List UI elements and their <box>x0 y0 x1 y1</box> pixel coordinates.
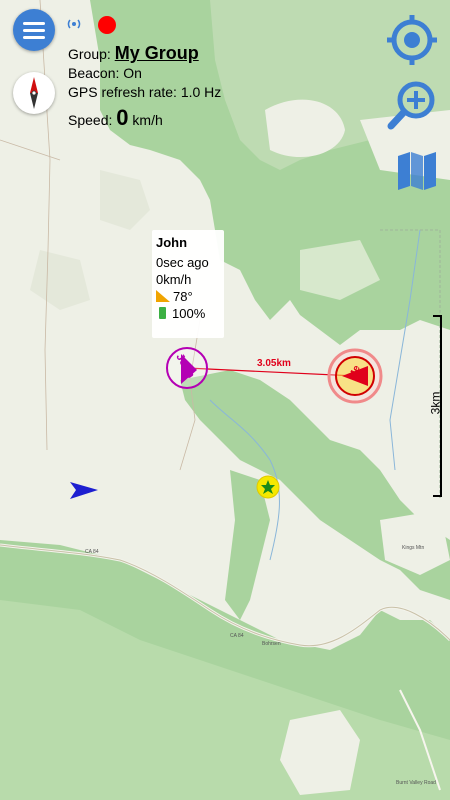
my-location-button[interactable] <box>385 13 439 67</box>
crosshair-icon <box>387 15 437 65</box>
distance-label: 3.05km <box>257 358 291 369</box>
map-place-label: Kings Mtn <box>402 545 425 551</box>
member-time-ago: 0sec ago <box>156 255 209 270</box>
group-name-link[interactable]: My Group <box>115 43 199 63</box>
speed-value: 0 <box>116 105 129 130</box>
member-speed: 0km/h <box>156 272 192 287</box>
recording-indicator-icon <box>98 16 116 34</box>
heading-icon <box>156 290 170 302</box>
map-place-label: Bohrsen <box>262 641 281 647</box>
map-layers-button[interactable] <box>396 150 438 192</box>
speed-label: Speed: <box>68 112 113 128</box>
member-info-popup[interactable]: John 0sec ago 0km/h 78° 100% <box>152 230 224 338</box>
map-place-label: Burnt Valley Road <box>396 780 436 786</box>
compass-button[interactable] <box>13 72 55 114</box>
compass-icon <box>30 77 38 109</box>
group-label: Group: <box>68 46 111 62</box>
member-heading: 78° <box>173 289 193 304</box>
map-icon <box>398 152 436 190</box>
map-road-label: CA 84 <box>85 549 99 555</box>
menu-icon <box>23 22 45 25</box>
beacon-broadcast-icon <box>66 16 82 32</box>
zoom-in-button[interactable] <box>385 78 439 132</box>
map-road-label: CA 84 <box>230 633 244 639</box>
member-battery: 100% <box>172 306 206 321</box>
status-panel: Group: My Group Beacon: On GPS refresh r… <box>68 44 221 130</box>
zoom-in-icon <box>387 81 435 130</box>
speed-unit: km/h <box>132 112 163 128</box>
member-name: John <box>156 235 188 250</box>
menu-button[interactable] <box>13 9 55 51</box>
battery-icon <box>159 307 166 319</box>
gps-refresh-status: GPS refresh rate: 1.0 Hz <box>68 84 222 100</box>
beacon-status: Beacon: On <box>68 65 142 81</box>
scale-label: 3km <box>428 391 443 415</box>
